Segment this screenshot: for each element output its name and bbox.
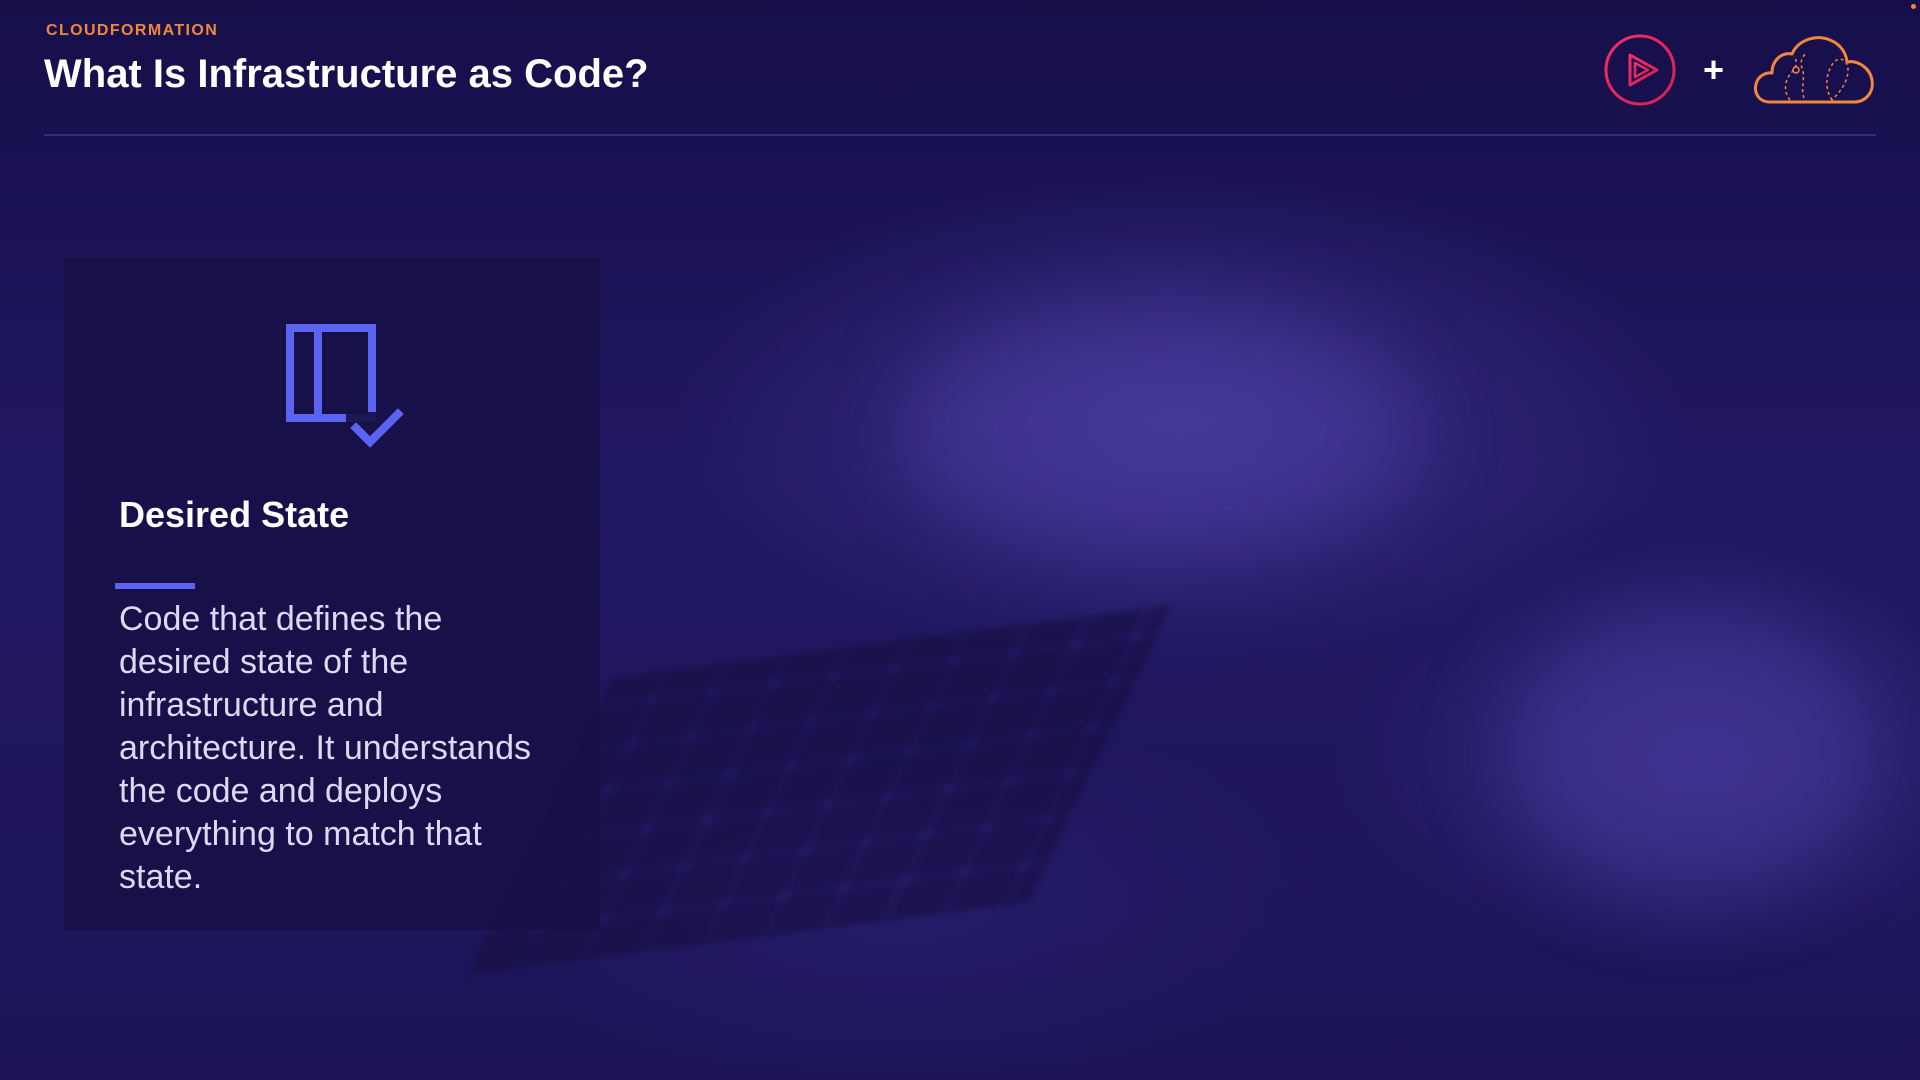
desired-state-icon: [286, 324, 404, 448]
slide: CLOUDFORMATION What Is Infrastructure as…: [0, 0, 1920, 1080]
slide-header: CLOUDFORMATION What Is Infrastructure as…: [44, 0, 1876, 136]
page-title: What Is Infrastructure as Code?: [44, 52, 649, 96]
background-blur: [900, 300, 1420, 560]
play-logo-icon: [1604, 34, 1676, 106]
brand-logos: +: [1603, 32, 1876, 108]
background-blur: [1500, 600, 1880, 900]
plus-sign: +: [1702, 49, 1724, 90]
card-title: Desired State: [119, 494, 350, 535]
corner-indicator: [1911, 4, 1916, 9]
cloud-logo-icon: [1754, 36, 1874, 104]
desired-state-card: Desired State Code that defines the desi…: [64, 258, 600, 930]
card-divider: [115, 583, 195, 589]
card-description: Code that defines the desired state of t…: [119, 600, 532, 896]
section-eyebrow: CLOUDFORMATION: [46, 22, 219, 39]
